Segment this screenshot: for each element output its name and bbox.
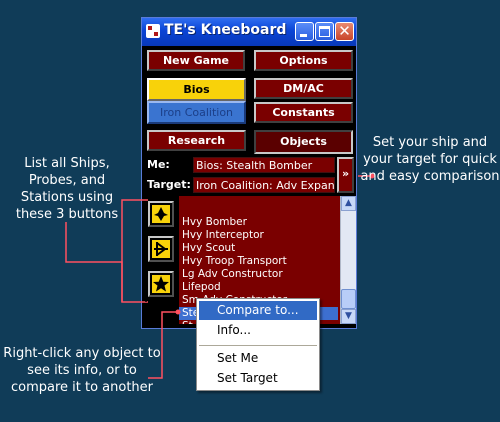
callout-left: List all Ships, Probes, and Stations usi… xyxy=(15,156,119,222)
callout-dot-bottom xyxy=(175,309,181,315)
callout-line-left-1 xyxy=(65,222,148,303)
callout-bottom: Right-click any object to see its info, … xyxy=(3,346,161,395)
callout-right: Set your ship and your target for quick … xyxy=(360,135,500,184)
